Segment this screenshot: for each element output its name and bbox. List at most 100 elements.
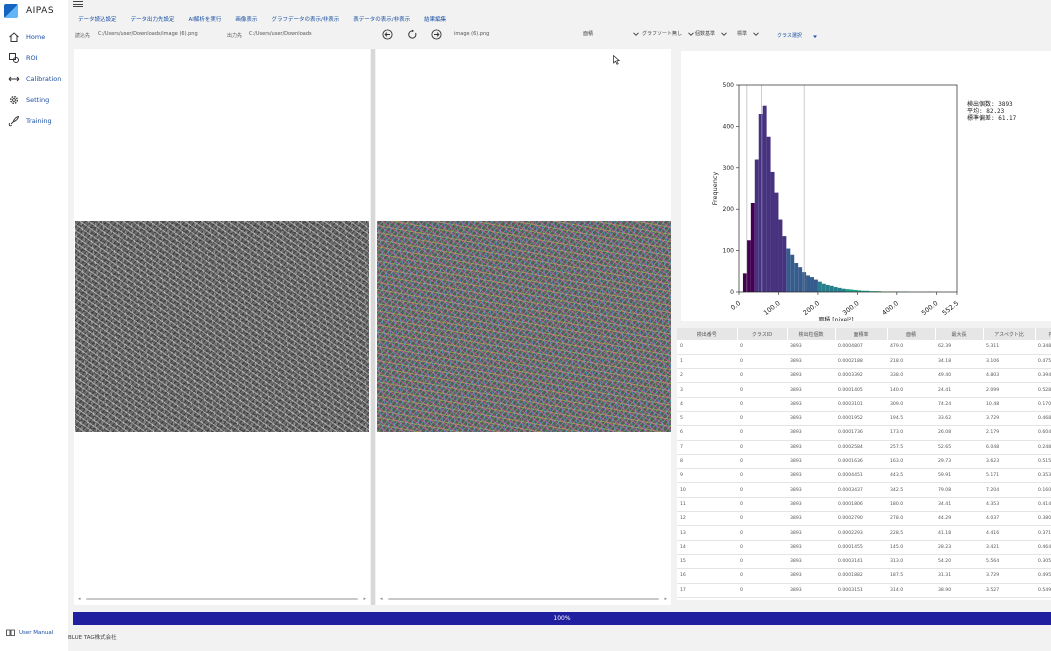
- original-image-scrollbar[interactable]: ◂ ▸: [78, 596, 366, 602]
- app-name: AIPAS: [26, 6, 55, 16]
- refresh-button[interactable]: [407, 29, 418, 40]
- table-row[interactable]: 3038930.0001405140.024.412.0990.5282: [677, 382, 1051, 398]
- table-cell: 3: [677, 382, 737, 398]
- table-row[interactable]: 5038930.0001952194.533.623.7290.4681: [677, 411, 1051, 427]
- table-cell: 0.3945: [1035, 368, 1051, 384]
- menu-run-ai-analysis[interactable]: AI解析を実行: [189, 15, 222, 23]
- table-cell: 52.65: [935, 440, 983, 455]
- menu-toggle-graph-data[interactable]: グラフデータの表示/非表示: [271, 15, 339, 23]
- panel-divider[interactable]: [371, 49, 375, 605]
- table-cell: 0: [737, 382, 787, 398]
- standard-dropdown[interactable]: 標準: [737, 30, 759, 37]
- table-cell: 59.91: [935, 468, 983, 484]
- x-tick-label: 300.0: [841, 299, 861, 317]
- table-cell: 0: [737, 540, 787, 555]
- table-cell: 0.0002188: [835, 354, 887, 370]
- table-cell: 3893: [787, 425, 835, 441]
- table-row[interactable]: 0038930.0004807479.062.395.3110.3486: [677, 340, 1051, 355]
- table-cell: 145.0: [887, 540, 935, 555]
- sidebar-item-calibration[interactable]: Calibration: [0, 68, 68, 89]
- table-row[interactable]: 13038930.0002293228.541.184.4160.3718: [677, 525, 1051, 541]
- table-cell: 3893: [787, 525, 835, 541]
- table-cell: 74.24: [935, 397, 983, 412]
- stat-count: 検出個数: 3893: [967, 101, 1013, 108]
- segmented-image-scrollbar[interactable]: ◂ ▸: [380, 596, 667, 602]
- class-select-dropdown-value: クラス選択: [777, 32, 802, 39]
- table-cell: 479.0: [887, 340, 935, 355]
- table-row[interactable]: 12038930.0002790278.044.294.0370.3800: [677, 511, 1051, 527]
- histogram-bar: [813, 279, 818, 292]
- results-table: 検出番号クラスID検出粒個数面積率面積最大長アスペクト比円形度 0038930.…: [677, 328, 1051, 598]
- table-row[interactable]: 10038930.0003437342.579.087.2040.1601: [677, 482, 1051, 498]
- column-header[interactable]: 面積率: [835, 328, 888, 340]
- table-row[interactable]: 6038930.0001736173.026.082.1790.6041: [677, 425, 1051, 441]
- table-row[interactable]: 2038930.0003392338.049.404.8030.3945: [677, 368, 1051, 384]
- table-row[interactable]: 8038930.0001636163.029.733.6230.5153: [677, 454, 1051, 470]
- table-cell: 16: [677, 568, 737, 584]
- column-header[interactable]: 円形度: [1035, 328, 1051, 340]
- next-image-button[interactable]: [431, 29, 442, 40]
- table-cell: 12: [677, 511, 737, 527]
- table-cell: 31.31: [935, 568, 983, 584]
- table-cell: 0.4950: [1035, 568, 1051, 584]
- previous-image-button[interactable]: [382, 29, 393, 40]
- sidebar-item-training[interactable]: Training: [0, 110, 68, 131]
- column-header[interactable]: 検出番号: [677, 328, 738, 340]
- scroll-right-arrow-icon[interactable]: ▸: [363, 596, 366, 602]
- table-row[interactable]: 7038930.0002584257.552.656.0480.2482: [677, 440, 1051, 455]
- column-header[interactable]: 最大長: [935, 328, 984, 340]
- scroll-right-arrow-icon[interactable]: ▸: [664, 596, 667, 602]
- menu-data-load-settings[interactable]: データ読込設定: [78, 15, 117, 23]
- table-cell: 314.0: [887, 583, 935, 598]
- table-cell: 3893: [787, 468, 835, 484]
- table-row[interactable]: 17038930.0003151314.038.903.5270.5491: [677, 583, 1051, 598]
- table-cell: 0.0001806: [835, 497, 887, 513]
- menu-image-display[interactable]: 画像表示: [235, 15, 257, 23]
- histogram-stats: 検出個数: 3893 平均: 82.23 標準偏差: 61.17: [967, 101, 1016, 122]
- menu-toggle-table-data[interactable]: 表データの表示/非表示: [353, 15, 410, 23]
- table-cell: 0.0003141: [835, 554, 887, 570]
- roi-icon: [8, 52, 20, 64]
- column-header[interactable]: アスペクト比: [983, 328, 1036, 340]
- table-row[interactable]: 9038930.0004451443.559.915.1710.3538: [677, 468, 1051, 484]
- chevron-down-icon: [688, 31, 694, 36]
- histogram-bar: [762, 105, 767, 292]
- menu-edit-results[interactable]: 結果編集: [424, 15, 446, 23]
- x-tick-label: 200.0: [802, 299, 822, 317]
- input-path-label: 読込先: [75, 33, 91, 39]
- menu-data-output-settings[interactable]: データ出力先設定: [131, 15, 175, 23]
- measure-dropdown[interactable]: 面積: [583, 30, 639, 37]
- table-row[interactable]: 4038930.0003101309.074.2410.480.1700: [677, 397, 1051, 412]
- column-header[interactable]: 面積: [887, 328, 936, 340]
- table-row[interactable]: 11038930.0001806180.034.414.3530.4142: [677, 497, 1051, 513]
- gear-icon: [8, 94, 20, 106]
- table-cell: 0: [677, 340, 737, 355]
- scroll-left-arrow-icon[interactable]: ◂: [380, 596, 383, 602]
- table-cell: 62.39: [935, 340, 983, 355]
- table-cell: 3893: [787, 382, 835, 398]
- scrollbar-thumb[interactable]: [388, 598, 659, 600]
- count-basis-dropdown[interactable]: 個数基準: [695, 30, 727, 37]
- column-header[interactable]: クラスID: [737, 328, 788, 340]
- graph-sort-dropdown[interactable]: グラフソート無し: [642, 30, 694, 37]
- x-tick-label: 100.0: [762, 299, 782, 317]
- table-row[interactable]: 15038930.0003141313.054.205.5640.3056: [677, 554, 1051, 570]
- scrollbar-thumb[interactable]: [86, 598, 358, 600]
- sidebar-item-home[interactable]: Home: [0, 26, 68, 47]
- scroll-left-arrow-icon[interactable]: ◂: [78, 596, 81, 602]
- table-cell: 0: [737, 568, 787, 584]
- table-cell: 0: [737, 440, 787, 455]
- table-row[interactable]: 1038930.0002188218.034.183.1060.4757: [677, 354, 1051, 370]
- class-select-dropdown[interactable]: クラス選択: [777, 30, 818, 40]
- sidebar-item-setting[interactable]: Setting: [0, 89, 68, 110]
- hamburger-menu-icon[interactable]: [73, 1, 83, 7]
- user-manual-link[interactable]: User Manual: [6, 629, 53, 636]
- y-axis-label: Frequency: [711, 172, 719, 206]
- table-cell: 6: [677, 425, 737, 441]
- table-row[interactable]: 16038930.0001882187.531.313.7290.4950: [677, 568, 1051, 584]
- table-row[interactable]: 14038930.0001455145.028.233.4210.4645: [677, 540, 1051, 555]
- sidebar-item-roi[interactable]: ROI: [0, 47, 68, 68]
- column-header[interactable]: 検出粒個数: [787, 328, 836, 340]
- app-window: AIPAS Home ROI Calibration Setting Train…: [0, 0, 1051, 651]
- table-cell: 1: [677, 354, 737, 370]
